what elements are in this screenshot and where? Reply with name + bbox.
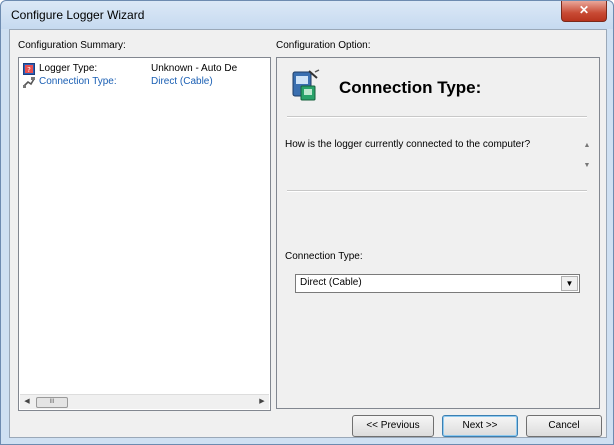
divider xyxy=(287,116,587,118)
logger-icon: ? xyxy=(23,63,35,75)
summary-label: Configuration Summary: xyxy=(18,40,126,51)
summary-row-value: Unknown - Auto De xyxy=(151,63,238,74)
option-question: How is the logger currently connected to… xyxy=(285,139,531,150)
summary-list[interactable]: ? Logger Type: Unknown - Auto De Connect… xyxy=(18,57,271,411)
window-title: Configure Logger Wizard xyxy=(11,8,145,22)
cable-icon xyxy=(23,77,35,88)
option-heading: Connection Type: xyxy=(339,78,482,97)
scroll-right-icon[interactable]: ▶ xyxy=(256,396,268,408)
title-bar[interactable]: Configure Logger Wizard ✕ xyxy=(1,1,613,29)
option-panel: Connection Type: How is the logger curre… xyxy=(276,57,600,409)
previous-button[interactable]: << Previous xyxy=(352,415,434,437)
close-icon: ✕ xyxy=(578,3,590,17)
scroll-left-icon[interactable]: ◀ xyxy=(21,396,33,408)
summary-row-value: Direct (Cable) xyxy=(151,76,213,87)
option-label: Configuration Option: xyxy=(276,40,371,51)
scroll-down-icon[interactable]: ▼ xyxy=(581,156,593,176)
cancel-button[interactable]: Cancel xyxy=(526,415,602,437)
next-button[interactable]: Next >> xyxy=(442,415,518,437)
scroll-thumb[interactable]: III xyxy=(36,397,68,408)
summary-row-name: Logger Type: xyxy=(39,63,98,74)
select-value: Direct (Cable) xyxy=(300,277,362,288)
scroll-up-icon[interactable]: ▲ xyxy=(581,136,593,156)
connection-type-icon xyxy=(292,69,320,101)
close-button[interactable]: ✕ xyxy=(561,1,607,22)
connection-type-select[interactable]: Direct (Cable) ▼ xyxy=(295,274,580,293)
question-scrollbar[interactable]: ▲ ▼ xyxy=(581,136,593,176)
wizard-window: Configure Logger Wizard ✕ Configuration … xyxy=(0,0,614,445)
connection-type-label: Connection Type: xyxy=(285,251,363,262)
wizard-body: Configuration Summary: Configuration Opt… xyxy=(9,29,607,438)
svg-text:?: ? xyxy=(27,66,31,74)
horizontal-scrollbar[interactable]: ◀ III ▶ xyxy=(20,394,269,409)
divider xyxy=(287,190,587,192)
summary-row-name: Connection Type: xyxy=(39,76,117,87)
chevron-down-icon[interactable]: ▼ xyxy=(561,276,578,291)
